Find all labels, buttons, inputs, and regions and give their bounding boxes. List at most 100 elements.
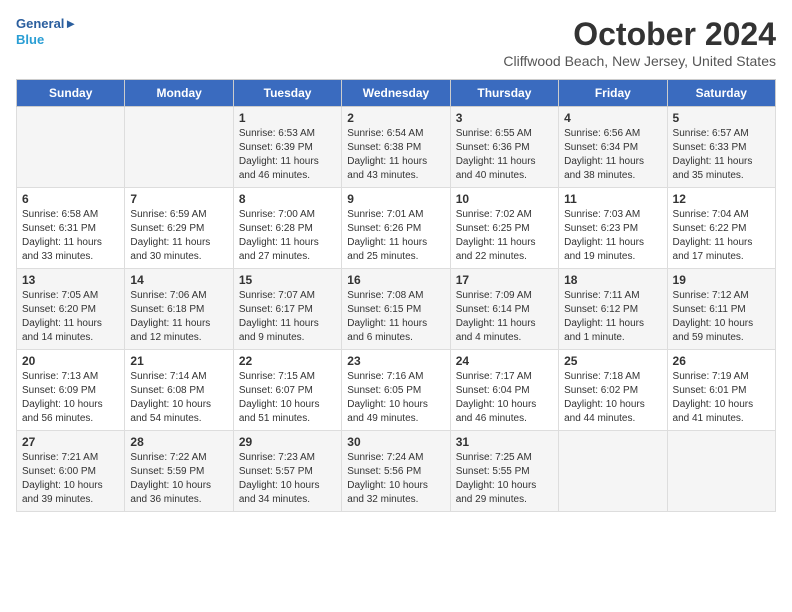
logo-general: General	[16, 16, 64, 31]
title-block: October 2024 Cliffwood Beach, New Jersey…	[503, 16, 776, 69]
day-number: 27	[22, 435, 119, 449]
day-info: Sunrise: 6:56 AM Sunset: 6:34 PM Dayligh…	[564, 127, 661, 183]
day-cell: 29 Sunrise: 7:23 AM Sunset: 5:57 PM Dayli…	[233, 431, 341, 512]
day-number: 10	[456, 192, 553, 206]
day-number: 24	[456, 354, 553, 368]
week-row-3: 13 Sunrise: 7:05 AM Sunset: 6:20 PM Dayli…	[17, 269, 776, 350]
day-cell	[559, 431, 667, 512]
day-cell: 13 Sunrise: 7:05 AM Sunset: 6:20 PM Dayli…	[17, 269, 125, 350]
day-info: Sunrise: 7:04 AM Sunset: 6:22 PM Dayligh…	[673, 208, 770, 264]
day-cell: 20Sunrise: 7:13 AM Sunset: 6:09 PM Dayli…	[17, 350, 125, 431]
col-wednesday: Wednesday	[342, 80, 450, 107]
day-info: Sunrise: 7:14 AM Sunset: 6:08 PM Dayligh…	[130, 370, 227, 426]
day-info: Sunrise: 7:15 AM Sunset: 6:07 PM Dayligh…	[239, 370, 336, 426]
day-cell: 15Sunrise: 7:07 AM Sunset: 6:17 PM Dayli…	[233, 269, 341, 350]
day-info: Sunrise: 6:58 AM Sunset: 6:31 PM Dayligh…	[22, 208, 119, 264]
calendar-table: Sunday Monday Tuesday Wednesday Thursday…	[16, 79, 776, 512]
day-info: Sunrise: 7:05 AM Sunset: 6:20 PM Dayligh…	[22, 289, 119, 345]
day-info: Sunrise: 6:59 AM Sunset: 6:29 PM Dayligh…	[130, 208, 227, 264]
day-number: 25	[564, 354, 661, 368]
day-number: 4	[564, 111, 661, 125]
day-cell: 23Sunrise: 7:16 AM Sunset: 6:05 PM Dayli…	[342, 350, 450, 431]
day-cell: 19 Sunrise: 7:12 AM Sunset: 6:11 PM Dayli…	[667, 269, 775, 350]
day-info: Sunrise: 7:23 AM Sunset: 5:57 PM Dayligh…	[239, 451, 336, 507]
day-cell: 17 Sunrise: 7:09 AM Sunset: 6:14 PM Dayli…	[450, 269, 558, 350]
page-header: General► Blue October 2024 Cliffwood Bea…	[16, 16, 776, 69]
day-cell: 25 Sunrise: 7:18 AM Sunset: 6:02 PM Dayli…	[559, 350, 667, 431]
day-cell: 26 Sunrise: 7:19 AM Sunset: 6:01 PM Dayli…	[667, 350, 775, 431]
day-info: Sunrise: 7:03 AM Sunset: 6:23 PM Dayligh…	[564, 208, 661, 264]
day-info: Sunrise: 7:25 AM Sunset: 5:55 PM Dayligh…	[456, 451, 553, 507]
day-info: Sunrise: 7:01 AM Sunset: 6:26 PM Dayligh…	[347, 208, 444, 264]
day-cell	[17, 107, 125, 188]
day-number: 18	[564, 273, 661, 287]
day-info: Sunrise: 6:54 AM Sunset: 6:38 PM Dayligh…	[347, 127, 444, 183]
day-number: 28	[130, 435, 227, 449]
day-info: Sunrise: 7:24 AM Sunset: 5:56 PM Dayligh…	[347, 451, 444, 507]
day-number: 26	[673, 354, 770, 368]
day-number: 15	[239, 273, 336, 287]
day-info: Sunrise: 7:22 AM Sunset: 5:59 PM Dayligh…	[130, 451, 227, 507]
day-number: 14	[130, 273, 227, 287]
day-cell: 18 Sunrise: 7:11 AM Sunset: 6:12 PM Dayli…	[559, 269, 667, 350]
day-cell: 6Sunrise: 6:58 AM Sunset: 6:31 PM Daylig…	[17, 188, 125, 269]
col-sunday: Sunday	[17, 80, 125, 107]
day-number: 11	[564, 192, 661, 206]
day-info: Sunrise: 7:12 AM Sunset: 6:11 PM Dayligh…	[673, 289, 770, 345]
day-number: 19	[673, 273, 770, 287]
location: Cliffwood Beach, New Jersey, United Stat…	[503, 53, 776, 69]
day-info: Sunrise: 6:55 AM Sunset: 6:36 PM Dayligh…	[456, 127, 553, 183]
day-info: Sunrise: 6:57 AM Sunset: 6:33 PM Dayligh…	[673, 127, 770, 183]
day-number: 7	[130, 192, 227, 206]
day-cell: 21 Sunrise: 7:14 AM Sunset: 6:08 PM Dayli…	[125, 350, 233, 431]
day-number: 21	[130, 354, 227, 368]
col-tuesday: Tuesday	[233, 80, 341, 107]
day-cell	[667, 431, 775, 512]
day-cell: 31 Sunrise: 7:25 AM Sunset: 5:55 PM Dayli…	[450, 431, 558, 512]
day-number: 31	[456, 435, 553, 449]
week-row-4: 20Sunrise: 7:13 AM Sunset: 6:09 PM Dayli…	[17, 350, 776, 431]
day-number: 8	[239, 192, 336, 206]
day-info: Sunrise: 7:18 AM Sunset: 6:02 PM Dayligh…	[564, 370, 661, 426]
week-row-2: 6Sunrise: 6:58 AM Sunset: 6:31 PM Daylig…	[17, 188, 776, 269]
day-number: 12	[673, 192, 770, 206]
calendar-header: Sunday Monday Tuesday Wednesday Thursday…	[17, 80, 776, 107]
day-cell: 12 Sunrise: 7:04 AM Sunset: 6:22 PM Dayli…	[667, 188, 775, 269]
logo-blue: Blue	[16, 32, 77, 48]
day-number: 3	[456, 111, 553, 125]
day-cell: 27 Sunrise: 7:21 AM Sunset: 6:00 PM Dayli…	[17, 431, 125, 512]
day-cell: 7 Sunrise: 6:59 AM Sunset: 6:29 PM Daylig…	[125, 188, 233, 269]
day-info: Sunrise: 7:16 AM Sunset: 6:05 PM Dayligh…	[347, 370, 444, 426]
day-number: 29	[239, 435, 336, 449]
month-title: October 2024	[503, 16, 776, 53]
day-info: Sunrise: 6:53 AM Sunset: 6:39 PM Dayligh…	[239, 127, 336, 183]
day-cell: 14 Sunrise: 7:06 AM Sunset: 6:18 PM Dayli…	[125, 269, 233, 350]
day-cell: 10Sunrise: 7:02 AM Sunset: 6:25 PM Dayli…	[450, 188, 558, 269]
day-cell: 4 Sunrise: 6:56 AM Sunset: 6:34 PM Daylig…	[559, 107, 667, 188]
day-number: 17	[456, 273, 553, 287]
header-row: Sunday Monday Tuesday Wednesday Thursday…	[17, 80, 776, 107]
day-number: 9	[347, 192, 444, 206]
day-info: Sunrise: 7:21 AM Sunset: 6:00 PM Dayligh…	[22, 451, 119, 507]
day-cell: 1Sunrise: 6:53 AM Sunset: 6:39 PM Daylig…	[233, 107, 341, 188]
col-thursday: Thursday	[450, 80, 558, 107]
day-info: Sunrise: 7:06 AM Sunset: 6:18 PM Dayligh…	[130, 289, 227, 345]
day-number: 13	[22, 273, 119, 287]
day-info: Sunrise: 7:08 AM Sunset: 6:15 PM Dayligh…	[347, 289, 444, 345]
day-number: 22	[239, 354, 336, 368]
day-info: Sunrise: 7:09 AM Sunset: 6:14 PM Dayligh…	[456, 289, 553, 345]
day-info: Sunrise: 7:19 AM Sunset: 6:01 PM Dayligh…	[673, 370, 770, 426]
day-info: Sunrise: 7:00 AM Sunset: 6:28 PM Dayligh…	[239, 208, 336, 264]
day-cell: 3 Sunrise: 6:55 AM Sunset: 6:36 PM Daylig…	[450, 107, 558, 188]
calendar-body: 1Sunrise: 6:53 AM Sunset: 6:39 PM Daylig…	[17, 107, 776, 512]
logo: General► Blue	[16, 16, 77, 47]
day-info: Sunrise: 7:11 AM Sunset: 6:12 PM Dayligh…	[564, 289, 661, 345]
day-number: 20	[22, 354, 119, 368]
day-number: 2	[347, 111, 444, 125]
col-saturday: Saturday	[667, 80, 775, 107]
day-cell: 5Sunrise: 6:57 AM Sunset: 6:33 PM Daylig…	[667, 107, 775, 188]
col-monday: Monday	[125, 80, 233, 107]
week-row-5: 27 Sunrise: 7:21 AM Sunset: 6:00 PM Dayli…	[17, 431, 776, 512]
day-cell: 30Sunrise: 7:24 AM Sunset: 5:56 PM Dayli…	[342, 431, 450, 512]
day-cell: 2 Sunrise: 6:54 AM Sunset: 6:38 PM Daylig…	[342, 107, 450, 188]
